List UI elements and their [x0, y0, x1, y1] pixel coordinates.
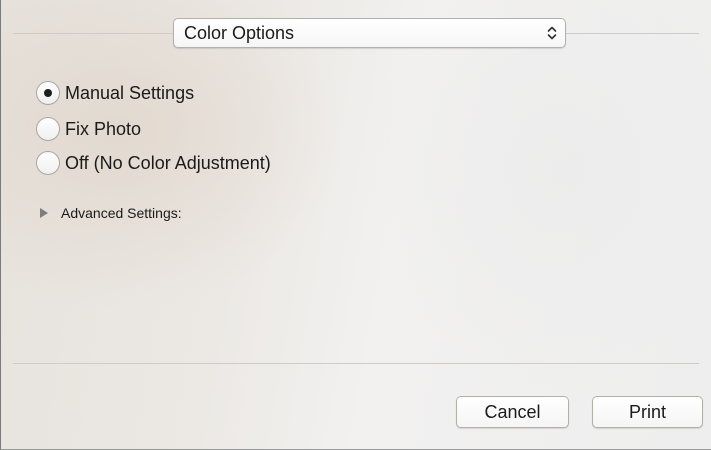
footer-divider	[13, 363, 699, 364]
radio-button[interactable]	[36, 151, 60, 175]
color-options-popup[interactable]: Color Options	[173, 18, 566, 48]
cancel-button[interactable]: Cancel	[456, 396, 569, 428]
radio-button[interactable]	[36, 117, 60, 141]
radio-label: Manual Settings	[65, 82, 195, 103]
radio-label: Fix Photo	[65, 118, 142, 139]
radio-off-no-color-adjustment[interactable]: Off (No Color Adjustment)	[36, 151, 271, 175]
radio-label: Off (No Color Adjustment)	[65, 152, 271, 173]
print-button-label: Print	[628, 401, 666, 422]
radio-fix-photo[interactable]: Fix Photo	[36, 117, 141, 141]
chevron-updown-icon	[539, 19, 565, 47]
popup-selected-label: Color Options	[184, 23, 295, 43]
disclosure-triangle-icon[interactable]	[39, 207, 49, 219]
print-button[interactable]: Print	[592, 396, 703, 428]
radio-selected-dot	[44, 89, 52, 97]
print-dialog: Color Options Manual Settings Fix Photo …	[0, 0, 711, 450]
advanced-settings-label: Advanced Settings:	[61, 205, 182, 221]
radio-manual-settings[interactable]: Manual Settings	[36, 81, 194, 105]
advanced-settings-disclosure[interactable]: Advanced Settings:	[39, 205, 182, 221]
radio-button[interactable]	[36, 81, 60, 105]
cancel-button-label: Cancel	[484, 401, 541, 422]
